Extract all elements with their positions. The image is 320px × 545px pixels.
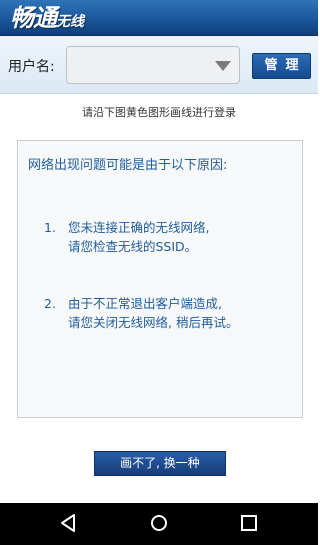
user-bar: 用户名: 管理 — [0, 36, 318, 94]
change-pattern-button[interactable]: 画不了, 换一种 — [94, 451, 226, 476]
error-panel-title: 网络出现问题可能是由于以下原因: — [28, 158, 228, 173]
reason-line: 由于不正常退出客户端造成, — [68, 296, 222, 311]
username-dropdown[interactable] — [66, 46, 240, 84]
reason-line: 请您检查无线的SSID。 — [68, 239, 198, 254]
app-logo: 畅通无线 — [10, 2, 84, 38]
login-instruction: 请沿下图黄色图形画线进行登录 — [82, 106, 236, 119]
dropdown-arrow-icon[interactable] — [215, 61, 231, 71]
error-panel: 网络出现问题可能是由于以下原因: 1. 您未连接正确的无线网络, 请您检查无线的… — [17, 140, 303, 418]
reason-number: 1. — [44, 220, 56, 235]
manage-button[interactable]: 管理 — [252, 53, 311, 79]
app-header: 畅通无线 — [0, 0, 318, 36]
username-label: 用户名: — [8, 59, 55, 75]
android-nav-bar — [0, 503, 318, 545]
logo-main-text: 畅通 — [10, 4, 57, 32]
logo-sub-text: 无线 — [56, 14, 84, 30]
reason-line: 您未连接正确的无线网络, — [68, 220, 210, 235]
home-icon[interactable] — [150, 514, 168, 532]
back-icon[interactable] — [58, 513, 78, 533]
reason-number: 2. — [44, 296, 56, 311]
recent-apps-icon[interactable] — [240, 514, 258, 532]
reason-line: 请您关闭无线网络, 稍后再试。 — [68, 315, 239, 330]
